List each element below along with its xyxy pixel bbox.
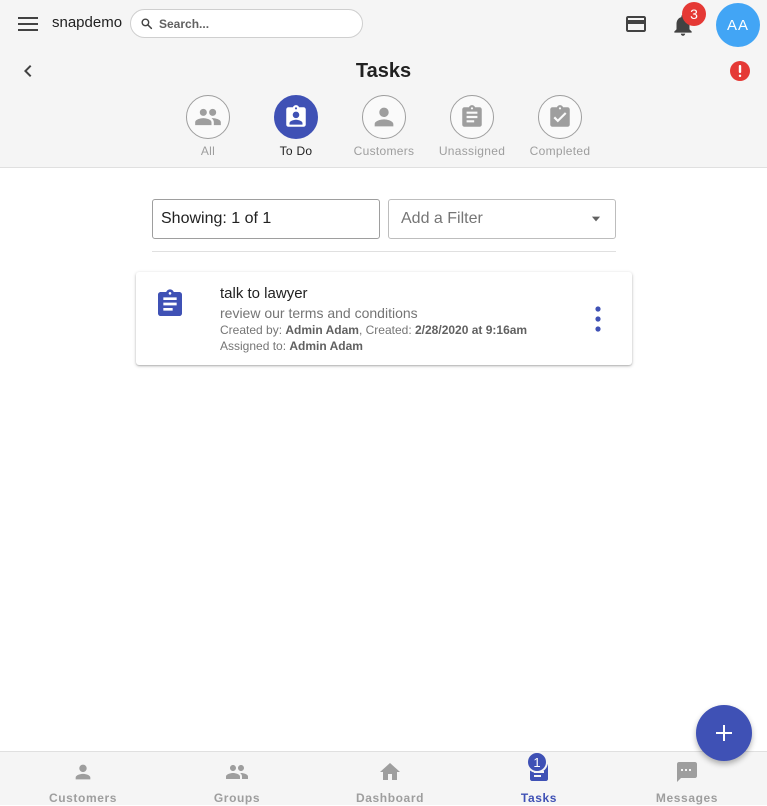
search-input[interactable]: [159, 16, 349, 31]
message-icon: [677, 762, 697, 782]
nav-icon: [675, 760, 699, 784]
dropdown-arrow-icon: [591, 216, 601, 222]
assigned-to-label: Assigned to:: [220, 339, 287, 353]
bottom-nav: Customers Groups Dashboard Tasks Message…: [0, 751, 767, 805]
hamburger-menu-icon: [18, 17, 38, 31]
nav-dashboard[interactable]: Dashboard: [330, 752, 450, 806]
created-by-label: Created by:: [220, 323, 283, 337]
task-more-button[interactable]: [586, 304, 610, 334]
tab-completed[interactable]: Completed: [515, 95, 605, 161]
showing-count: Showing: 1 of 1: [152, 199, 380, 239]
tab-circle: [274, 95, 318, 139]
nav-label: Groups: [213, 791, 261, 805]
tab-circle: [450, 95, 494, 139]
tab-circle: [362, 95, 406, 139]
clipboard-check-icon: [550, 105, 570, 127]
tab-all[interactable]: All: [163, 95, 253, 161]
tab-unassigned[interactable]: Unassigned: [427, 95, 517, 161]
tab-circle: [538, 95, 582, 139]
created-at-value: 2/28/2020 at 9:16am: [415, 323, 528, 337]
avatar[interactable]: AA: [716, 3, 760, 47]
nav-icon: [71, 760, 95, 784]
nav-groups[interactable]: Groups: [177, 752, 297, 806]
task-card[interactable]: talk to lawyer review our terms and cond…: [136, 272, 632, 365]
group-icon: [226, 765, 248, 779]
more-vert-icon: [595, 306, 601, 332]
assignment-ind-icon: [286, 105, 306, 127]
nav-label: Dashboard: [355, 791, 425, 805]
task-title: talk to lawyer: [220, 285, 308, 302]
nav-label: Tasks: [520, 791, 558, 805]
task-created-info: Created by: Admin Adam, Created: 2/28/20…: [220, 323, 527, 337]
created-by-value: Admin Adam: [285, 323, 359, 337]
group-icon: [195, 108, 221, 126]
tab-label: To Do: [279, 144, 313, 158]
notifications-badge: 3: [682, 2, 706, 26]
nav-label: Messages: [655, 791, 719, 805]
assigned-to-value: Admin Adam: [289, 339, 363, 353]
page-title: Tasks: [355, 60, 412, 82]
nav-icon: [225, 760, 249, 784]
created-label: , Created:: [358, 323, 412, 337]
person-icon: [374, 107, 394, 127]
clipboard-icon: [462, 105, 482, 127]
tasks-count-badge: 1: [526, 751, 548, 773]
tab-label: Unassigned: [438, 144, 506, 158]
tab-customers[interactable]: Customers: [339, 95, 429, 161]
billing-button[interactable]: [622, 10, 650, 38]
plus-icon: [716, 725, 732, 741]
add-filter-select[interactable]: Add a Filter: [388, 199, 616, 239]
search-box[interactable]: [130, 9, 363, 38]
tab-label: Customers: [353, 144, 415, 158]
tab-label: All: [200, 144, 216, 158]
add-task-button[interactable]: [696, 705, 752, 761]
nav-customers[interactable]: Customers: [23, 752, 143, 806]
top-region: snapdemo 3 AA Tasks: [0, 0, 767, 168]
error-indicator[interactable]: [729, 60, 751, 82]
tab-circle: [186, 95, 230, 139]
app-bar: snapdemo 3 AA: [0, 0, 767, 48]
home-icon: [380, 763, 400, 780]
menu-button[interactable]: [14, 10, 42, 38]
task-assigned-info: Assigned to: Admin Adam: [220, 339, 363, 353]
search-icon: [139, 17, 153, 31]
add-filter-placeholder: Add a Filter: [401, 210, 483, 227]
nav-icon: [378, 760, 402, 784]
credit-card-icon: [626, 16, 646, 32]
task-description: review our terms and conditions: [220, 305, 418, 321]
filter-divider: [152, 251, 616, 252]
nav-label: Customers: [48, 791, 118, 805]
tab-label: Completed: [529, 144, 591, 158]
error-icon: [730, 61, 750, 81]
assignment-icon: [158, 289, 182, 316]
person-icon: [75, 764, 91, 780]
app-name[interactable]: snapdemo: [52, 14, 122, 31]
tab-to-do[interactable]: To Do: [251, 95, 341, 161]
task-icon-wrap: [154, 288, 186, 320]
